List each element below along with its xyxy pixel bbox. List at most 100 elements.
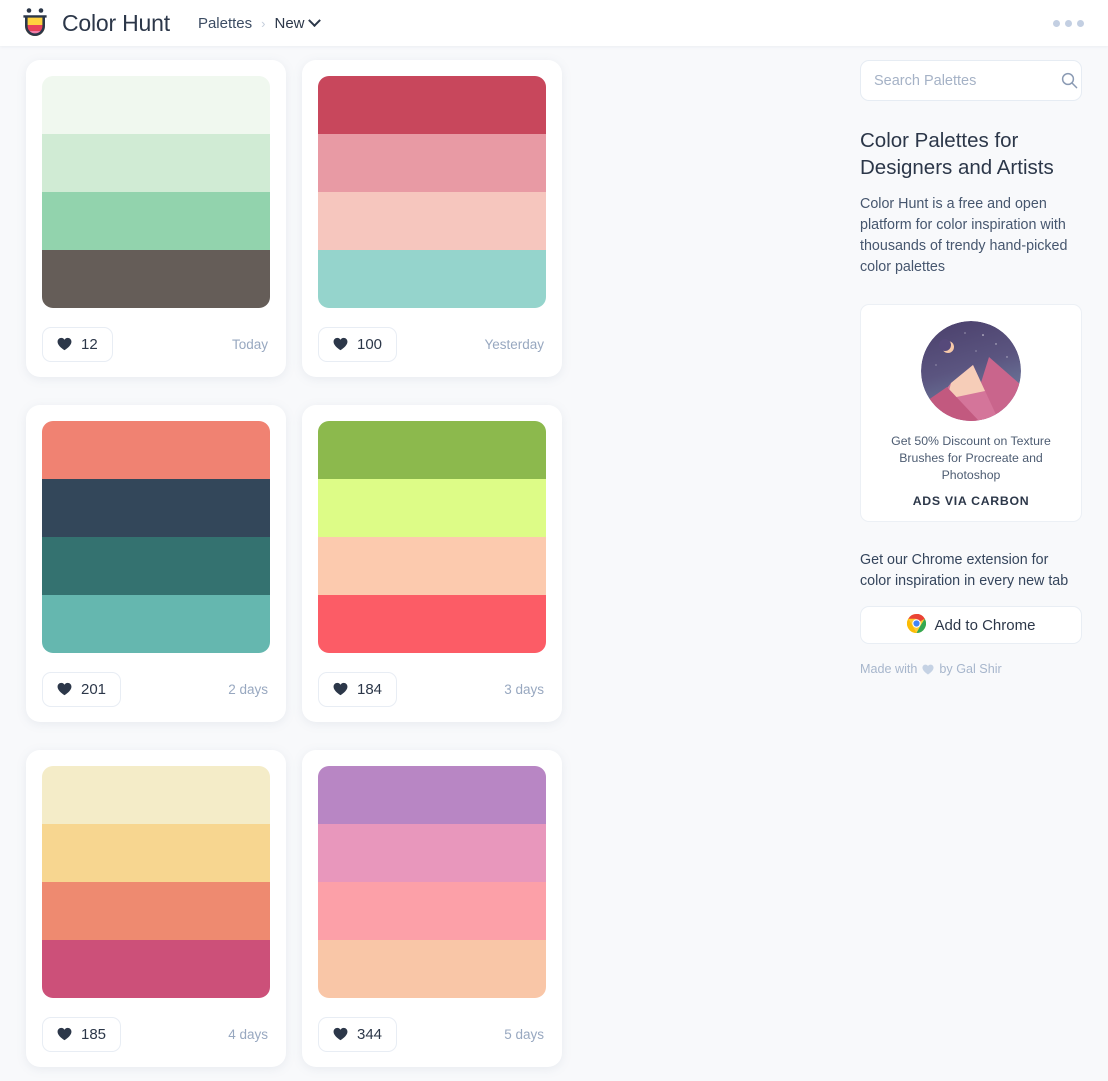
like-count: 201 (81, 681, 106, 698)
palette-card-footer: 344 5 days (318, 1015, 546, 1053)
palette-swatch[interactable] (318, 940, 546, 998)
palette-swatch[interactable] (42, 595, 270, 653)
palette-swatches (42, 421, 270, 653)
heart-icon (57, 1027, 72, 1041)
palette-swatches (318, 766, 546, 998)
made-by-credit: Made with by Gal Shir (860, 662, 1082, 676)
palette-swatch[interactable] (318, 421, 546, 479)
palette-card-footer: 201 2 days (42, 670, 270, 708)
like-count: 100 (357, 336, 382, 353)
sidebar-heading: Color Palettes for Designers and Artists (860, 127, 1082, 181)
palette-swatch[interactable] (318, 882, 546, 940)
breadcrumb-sort-dropdown[interactable]: New (274, 15, 318, 32)
page-content: 12Today100Yesterday2012 days1843 days185… (0, 46, 1108, 719)
like-count: 12 (81, 336, 98, 353)
carbon-ad-card[interactable]: Get 50% Discount on Texture Brushes for … (860, 304, 1082, 522)
palette-date: 5 days (504, 1027, 546, 1042)
dot-1 (1053, 20, 1060, 27)
palette-swatch[interactable] (42, 766, 270, 824)
palette-swatch[interactable] (42, 537, 270, 595)
chrome-logo-icon (907, 614, 926, 637)
more-dots-icon[interactable] (1047, 12, 1090, 35)
made-with-prefix: Made with (860, 662, 917, 676)
palette-swatch[interactable] (318, 134, 546, 192)
palette-swatch[interactable] (318, 766, 546, 824)
palette-swatch[interactable] (42, 421, 270, 479)
like-count: 184 (357, 681, 382, 698)
palette-swatch[interactable] (318, 192, 546, 250)
palette-swatch[interactable] (42, 940, 270, 998)
search-palettes-box[interactable] (860, 60, 1082, 101)
palette-swatch[interactable] (318, 76, 546, 134)
brand-title: Color Hunt (62, 10, 170, 37)
night-mountain-illustration (921, 321, 1021, 421)
like-button[interactable]: 100 (318, 327, 397, 362)
search-input[interactable] (874, 73, 1061, 89)
like-count: 185 (81, 1026, 106, 1043)
palette-date: Yesterday (484, 337, 546, 352)
dot-2 (1065, 20, 1072, 27)
palette-card[interactable]: 100 Yesterday (302, 60, 562, 377)
sidebar-description: Color Hunt is a free and open platform f… (860, 194, 1082, 278)
heart-icon (333, 1027, 348, 1041)
palette-swatch[interactable] (318, 595, 546, 653)
palette-card-footer: 185 4 days (42, 1015, 270, 1053)
like-button[interactable]: 12 (42, 327, 113, 362)
chrome-extension-text: Get our Chrome extension for color inspi… (860, 550, 1082, 592)
brand-home-link[interactable]: Color Hunt (18, 6, 170, 40)
palette-swatch[interactable] (318, 479, 546, 537)
palette-swatch[interactable] (318, 537, 546, 595)
like-button[interactable]: 344 (318, 1017, 397, 1052)
top-navigation-bar: Color Hunt Palettes › New (0, 0, 1108, 46)
ad-text: Get 50% Discount on Texture Brushes for … (875, 433, 1067, 484)
heart-icon (922, 664, 934, 675)
palette-swatch[interactable] (42, 250, 270, 308)
heart-icon (57, 682, 72, 696)
chevron-down-icon (308, 14, 321, 27)
palette-swatch[interactable] (42, 824, 270, 882)
made-by-suffix: by Gal Shir (939, 662, 1001, 676)
palette-card-footer: 184 3 days (318, 670, 546, 708)
palette-swatches (318, 421, 546, 653)
palette-card[interactable]: 184 3 days (302, 405, 562, 722)
breadcrumb: Palettes › New (198, 15, 319, 32)
ad-via-label[interactable]: ADS VIA CARBON (875, 494, 1067, 508)
breadcrumb-palettes-link[interactable]: Palettes (198, 15, 252, 32)
palette-swatch[interactable] (318, 824, 546, 882)
heart-icon (333, 337, 348, 351)
palette-swatch[interactable] (318, 250, 546, 308)
palette-card-footer: 100 Yesterday (318, 325, 546, 363)
palette-card[interactable]: 12 Today (26, 60, 286, 377)
sidebar: Color Palettes for Designers and Artists… (860, 60, 1082, 676)
palette-card[interactable]: 185 4 days (26, 750, 286, 1067)
like-count: 344 (357, 1026, 382, 1043)
color-hunt-logo-icon (18, 6, 52, 40)
palette-swatch[interactable] (42, 134, 270, 192)
add-to-chrome-button[interactable]: Add to Chrome (860, 606, 1082, 644)
palette-swatch[interactable] (42, 192, 270, 250)
dot-3 (1077, 20, 1084, 27)
search-icon[interactable] (1061, 72, 1078, 89)
palette-swatches (42, 766, 270, 998)
palette-date: 2 days (228, 682, 270, 697)
heart-icon (57, 337, 72, 351)
palette-swatch[interactable] (42, 479, 270, 537)
palette-date: 3 days (504, 682, 546, 697)
heart-icon (333, 682, 348, 696)
palette-date: 4 days (228, 1027, 270, 1042)
palette-date: Today (232, 337, 270, 352)
add-to-chrome-label: Add to Chrome (935, 617, 1036, 634)
palette-card[interactable]: 344 5 days (302, 750, 562, 1067)
breadcrumb-separator-icon: › (261, 16, 265, 31)
palette-swatch[interactable] (42, 882, 270, 940)
palette-card-footer: 12 Today (42, 325, 270, 363)
like-button[interactable]: 201 (42, 672, 121, 707)
palette-card[interactable]: 201 2 days (26, 405, 286, 722)
like-button[interactable]: 184 (318, 672, 397, 707)
palette-swatch[interactable] (42, 76, 270, 134)
palette-swatches (42, 76, 270, 308)
palette-grid: 12 Today 100 Yesterday 201 2 days 184 3 days 185… (18, 46, 842, 1081)
palette-swatches (318, 76, 546, 308)
breadcrumb-current-label: New (274, 15, 304, 32)
like-button[interactable]: 185 (42, 1017, 121, 1052)
